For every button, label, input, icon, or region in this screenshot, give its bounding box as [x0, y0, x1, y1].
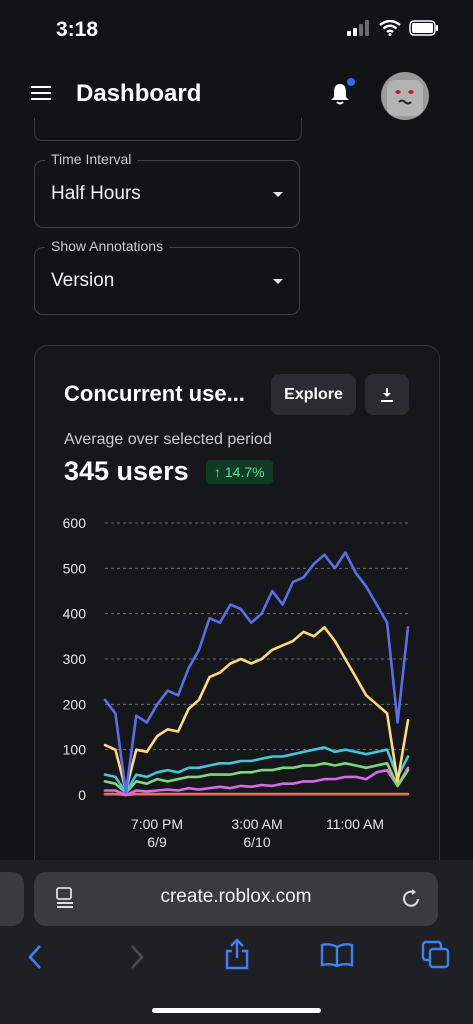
x-tick-time: 11:00 AM: [326, 816, 384, 832]
y-tick-label: 100: [63, 742, 87, 758]
signal-icon: [347, 20, 369, 36]
time-interval-value: Half Hours: [51, 183, 141, 204]
bookmarks-icon[interactable]: [320, 942, 354, 968]
back-icon[interactable]: [26, 944, 44, 970]
url-text: create.roblox.com: [160, 886, 312, 907]
show-annotations-select[interactable]: Show Annotations Version: [34, 238, 300, 315]
caret-down-icon: [273, 279, 283, 284]
battery-icon: [409, 20, 438, 36]
x-tick-time: 3:00 AM: [231, 816, 282, 832]
x-tick-date: 6/10: [243, 834, 270, 850]
notification-dot: [347, 78, 355, 86]
time-interval-label: Time Interval: [45, 151, 138, 167]
x-tick-date: 6/9: [147, 834, 167, 850]
x-tick-time: 7:00 PM: [131, 816, 183, 832]
menu-icon[interactable]: [31, 85, 51, 101]
y-tick-label: 200: [63, 696, 87, 712]
y-tick-label: 0: [78, 787, 86, 803]
download-button[interactable]: [365, 374, 409, 415]
bell-icon: [331, 84, 349, 105]
wifi-icon: [379, 20, 401, 36]
card-title: Concurrent use...: [64, 381, 245, 406]
series-line: [103, 792, 410, 797]
share-icon[interactable]: [224, 938, 250, 970]
caret-down-icon: [273, 192, 283, 197]
download-icon: [381, 387, 393, 402]
time-interval-select[interactable]: Time Interval Half Hours: [34, 151, 300, 228]
status-icons: [347, 20, 439, 36]
notifications-button[interactable]: [329, 78, 357, 108]
show-annotations-label: Show Annotations: [45, 238, 170, 254]
tabs-icon[interactable]: [421, 940, 451, 970]
y-tick-label: 500: [63, 560, 87, 576]
avatar-face-icon: [387, 80, 423, 116]
previous-tab-stub[interactable]: [0, 872, 24, 926]
change-badge: ↑ 14.7%: [206, 460, 273, 484]
page-title: Dashboard: [76, 80, 202, 107]
previous-field-edge: [34, 118, 302, 141]
explore-button[interactable]: Explore: [271, 374, 356, 415]
show-annotations-value: Version: [51, 270, 115, 291]
concurrent-users-chart: 600 500 400 300 200 100 0 7:00 PM 6/9 3:00 AM 6/10…: [63, 515, 410, 850]
status-time: 3:18: [56, 18, 99, 41]
series-line: [103, 551, 410, 795]
reload-icon[interactable]: [402, 888, 422, 910]
forward-icon[interactable]: [128, 944, 146, 970]
metric-caption: Average over selected period: [64, 431, 272, 448]
y-tick-label: 400: [63, 606, 87, 622]
home-indicator: [152, 1008, 321, 1013]
metric-value: 345 users: [64, 456, 189, 486]
y-tick-label: 300: [63, 651, 87, 667]
y-tick-label: 600: [63, 515, 87, 531]
avatar[interactable]: [381, 72, 429, 120]
